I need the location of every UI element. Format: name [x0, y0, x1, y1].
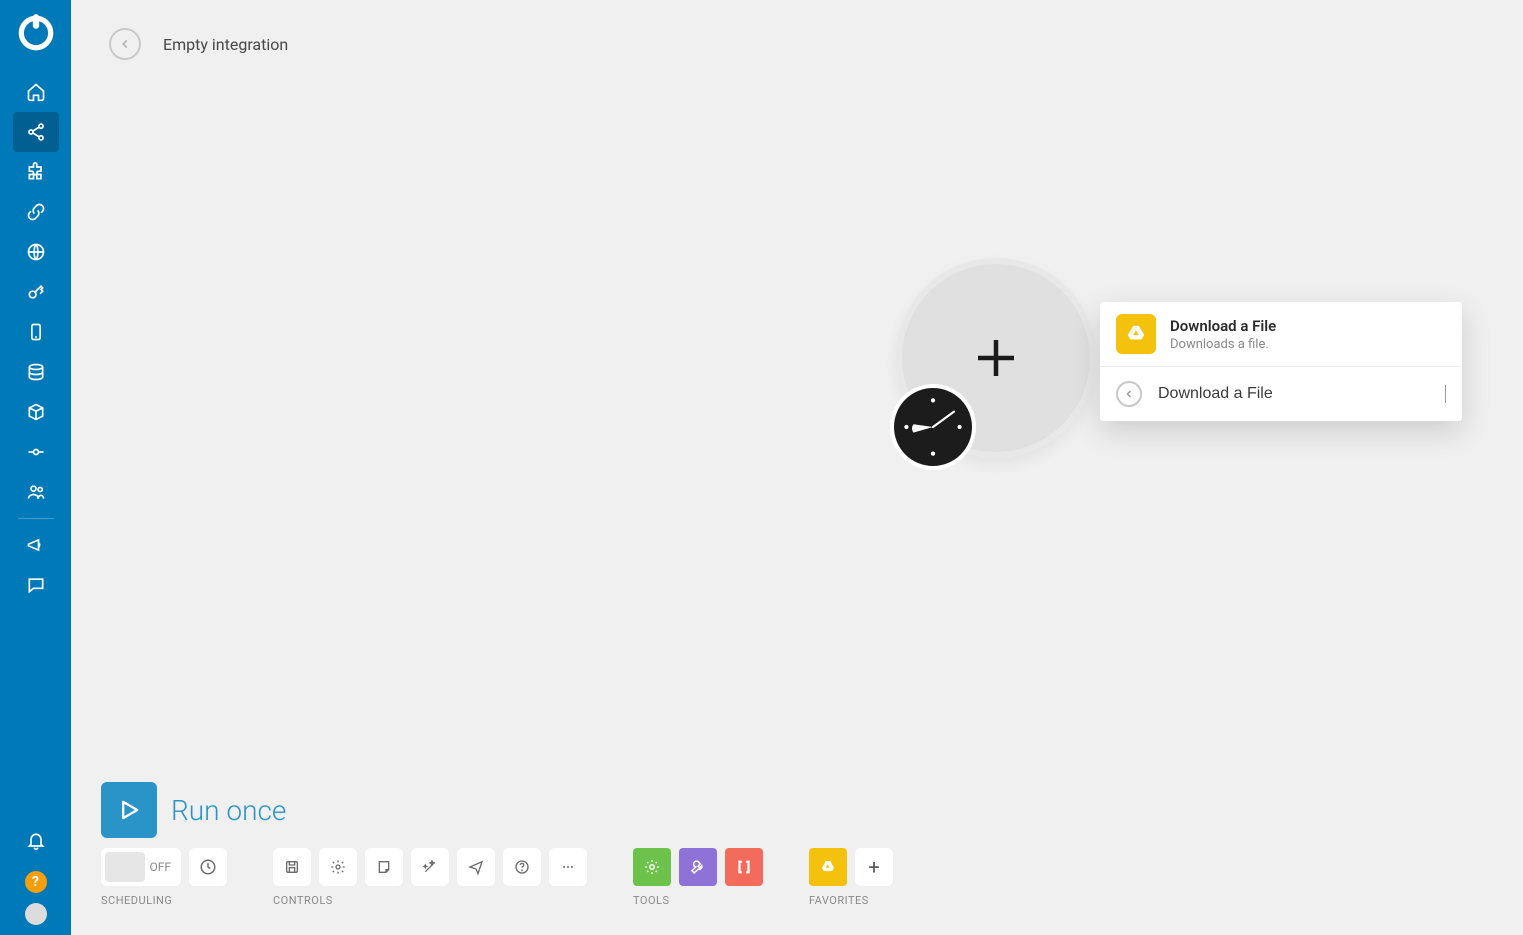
nav-keys[interactable]	[13, 272, 59, 312]
run-row: Run once	[101, 782, 1493, 838]
nav-templates[interactable]	[13, 152, 59, 192]
nav-announce[interactable]	[13, 525, 59, 565]
mobile-icon	[26, 322, 46, 342]
module-option-title: Download a File	[1170, 317, 1276, 335]
arrow-left-icon	[1123, 388, 1135, 400]
controls-more-button[interactable]	[549, 848, 587, 886]
user-avatar[interactable]	[25, 903, 47, 925]
schedule-toggle[interactable]: OFF	[101, 848, 181, 886]
left-sidebar: ?	[0, 0, 71, 935]
favorite-google-drive[interactable]	[809, 848, 847, 886]
nav-chat[interactable]	[13, 565, 59, 605]
nav-devices[interactable]	[13, 312, 59, 352]
gear-icon	[643, 858, 661, 876]
save-icon	[284, 859, 300, 875]
controls-settings-button[interactable]	[319, 848, 357, 886]
nav-webhooks[interactable]	[13, 232, 59, 272]
bottom-toolbar: Run once OFF SCHEDULING	[101, 782, 1493, 907]
module-option-desc: Downloads a file.	[1170, 337, 1276, 352]
group-controls-label: CONTROLS	[273, 894, 587, 907]
group-tools-label: TOOLS	[633, 894, 763, 907]
schedule-settings-button[interactable]	[189, 848, 227, 886]
nav-separator	[18, 518, 54, 519]
controls-autoalign-button[interactable]	[411, 848, 449, 886]
main-canvas: Empty integration Download a File	[71, 0, 1523, 935]
group-controls: CONTROLS	[273, 848, 587, 907]
nav-functions[interactable]	[13, 392, 59, 432]
clock-icon	[898, 392, 968, 462]
toggle-knob	[105, 852, 145, 882]
cube-icon	[26, 402, 46, 422]
link-icon	[26, 202, 46, 222]
play-icon	[115, 796, 143, 824]
scheduler-badge[interactable]	[890, 384, 976, 470]
nav-list	[0, 72, 71, 605]
controls-notes-button[interactable]	[365, 848, 403, 886]
puzzle-icon	[26, 162, 46, 182]
back-button[interactable]	[109, 28, 141, 60]
run-button[interactable]	[101, 782, 157, 838]
nav-team[interactable]	[13, 472, 59, 512]
header: Empty integration	[109, 28, 288, 60]
plus-icon: +	[868, 855, 879, 879]
google-drive-icon	[1116, 314, 1156, 354]
wand-icon	[422, 859, 438, 875]
google-drive-icon	[819, 858, 837, 876]
popover-back-button[interactable]	[1116, 381, 1142, 407]
module-option-download-file[interactable]: Download a File Downloads a file.	[1100, 302, 1462, 366]
bell-icon	[26, 831, 46, 851]
add-favorite-button[interactable]: +	[855, 848, 893, 886]
chat-icon	[26, 575, 46, 595]
clock-icon	[199, 858, 217, 876]
tool-tools-button[interactable]	[679, 848, 717, 886]
group-scheduling-label: SCHEDULING	[101, 894, 227, 907]
nav-home[interactable]	[13, 72, 59, 112]
nav-scenarios[interactable]	[13, 112, 59, 152]
wrench-icon	[689, 858, 707, 876]
controls-explain-button[interactable]	[457, 848, 495, 886]
brackets-icon	[735, 858, 753, 876]
nav-notifications[interactable]	[13, 821, 59, 861]
plus-icon	[969, 331, 1023, 385]
dots-icon	[560, 859, 576, 875]
sidebar-bottom: ?	[0, 821, 71, 925]
group-favorites: + FAVORITES	[809, 848, 893, 907]
run-label: Run once	[171, 794, 286, 827]
module-search-input[interactable]	[1158, 385, 1446, 403]
help-icon	[514, 859, 530, 875]
group-scheduling: OFF SCHEDULING	[101, 848, 227, 907]
tool-flow-button[interactable]	[633, 848, 671, 886]
nav-data[interactable]	[13, 352, 59, 392]
group-favorites-label: FAVORITES	[809, 894, 893, 907]
scenario-title[interactable]: Empty integration	[163, 35, 288, 54]
module-popover: Download a File Downloads a file.	[1100, 302, 1462, 421]
gear-icon	[330, 859, 346, 875]
nav-connections[interactable]	[13, 192, 59, 232]
controls-save-button[interactable]	[273, 848, 311, 886]
airplane-icon	[468, 859, 484, 875]
arrow-left-icon	[118, 37, 132, 51]
toggle-off-label: OFF	[149, 860, 171, 874]
nav-commits[interactable]	[13, 432, 59, 472]
home-icon	[26, 82, 46, 102]
help-button[interactable]: ?	[25, 871, 47, 893]
tool-text-button[interactable]	[725, 848, 763, 886]
key-icon	[26, 282, 46, 302]
group-tools: TOOLS	[633, 848, 763, 907]
database-icon	[26, 362, 46, 382]
users-icon	[26, 482, 46, 502]
share-icon	[26, 122, 46, 142]
controls-help-button[interactable]	[503, 848, 541, 886]
globe-icon	[26, 242, 46, 262]
megaphone-icon	[26, 535, 46, 555]
module-search-row	[1100, 366, 1462, 421]
git-commit-icon	[26, 442, 46, 462]
add-module-node[interactable]	[896, 258, 1096, 458]
app-logo[interactable]	[15, 12, 57, 54]
note-icon	[376, 859, 392, 875]
